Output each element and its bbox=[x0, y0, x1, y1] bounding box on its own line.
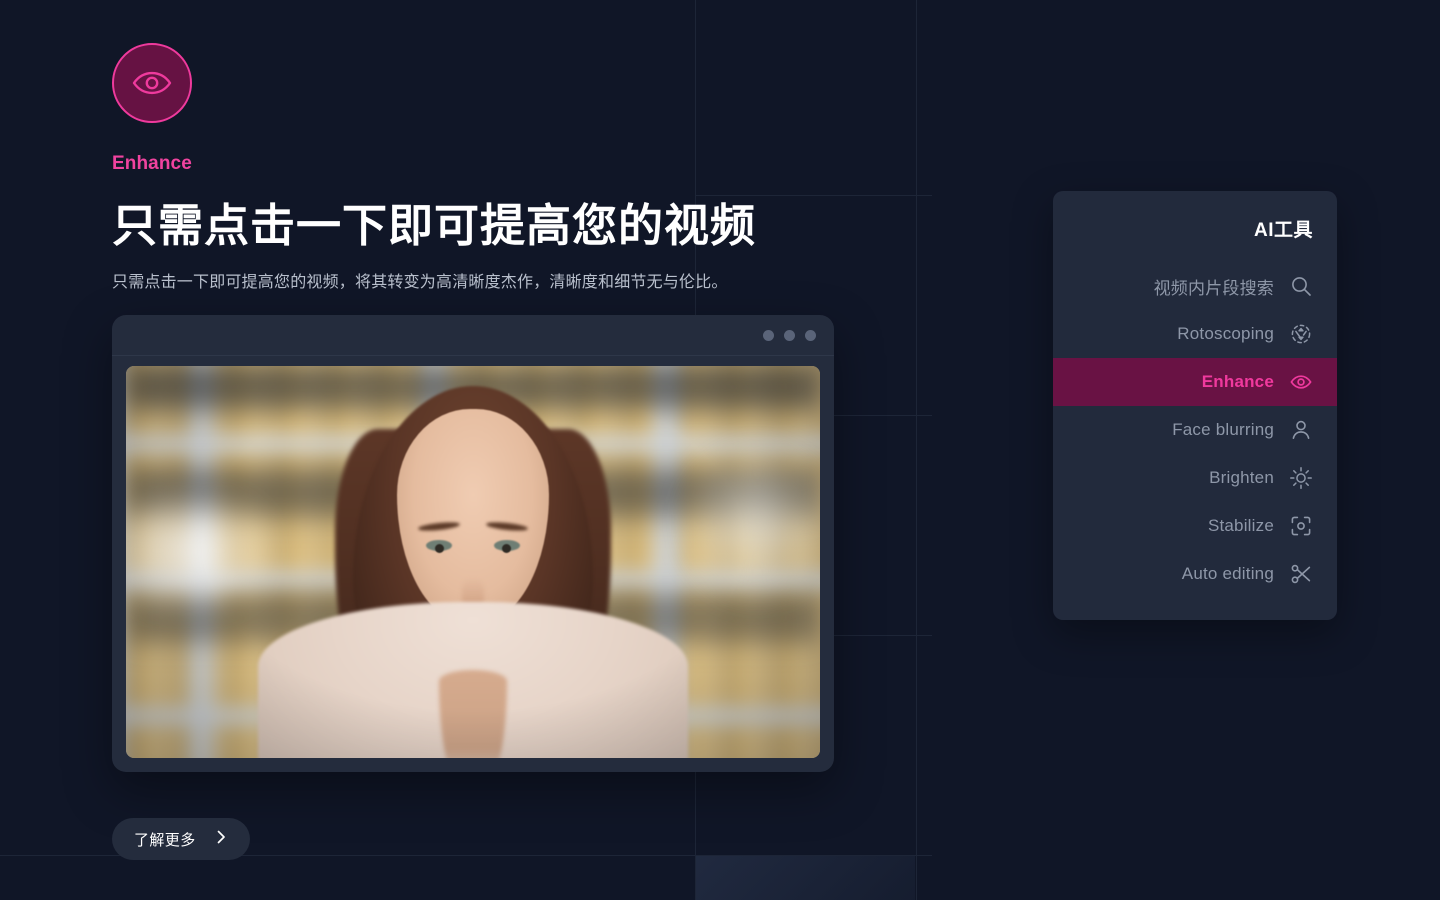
ai-tools-title: AI工具 bbox=[1253, 220, 1313, 241]
grid-cell-highlight bbox=[695, 856, 915, 900]
tool-item-stabilize[interactable]: Stabilize bbox=[1053, 502, 1337, 550]
window-dot[interactable] bbox=[784, 329, 795, 341]
portrait-photo bbox=[126, 366, 820, 758]
video-preview-media[interactable] bbox=[126, 366, 820, 758]
video-preview-window bbox=[112, 315, 834, 772]
person-icon bbox=[1289, 418, 1313, 442]
tool-label: Auto editing bbox=[1181, 564, 1274, 583]
chevron-right-icon bbox=[214, 830, 228, 848]
learn-more-label: 了解更多 bbox=[134, 831, 196, 849]
page-title: 只需点击一下即可提高您的视频 bbox=[112, 200, 757, 251]
page-subtitle: 只需点击一下即可提高您的视频，将其转变为高清晰度杰作，清晰度和细节无与伦比。 bbox=[112, 274, 728, 292]
tool-item-face-blurring[interactable]: Face blurring bbox=[1053, 406, 1337, 454]
ai-tools-panel: AI工具 视频内片段搜索 Rotoscoping Enhance Face bl… bbox=[1053, 191, 1337, 620]
brand-eyebrow: Enhance bbox=[112, 153, 192, 174]
tool-label: Brighten bbox=[1209, 468, 1274, 487]
tool-label: Enhance bbox=[1201, 372, 1274, 391]
sun-icon bbox=[1289, 466, 1313, 490]
brand-logo bbox=[112, 43, 192, 123]
tool-item-brighten[interactable]: Brighten bbox=[1053, 454, 1337, 502]
tool-label: 视频内片段搜索 bbox=[1153, 278, 1274, 298]
learn-more-button[interactable]: 了解更多 bbox=[112, 818, 250, 860]
window-titlebar bbox=[112, 315, 834, 356]
window-dot[interactable] bbox=[805, 329, 816, 341]
scissors-icon bbox=[1289, 562, 1313, 586]
rotoscope-icon bbox=[1289, 322, 1313, 346]
tool-item-clip-search[interactable]: 视频内片段搜索 bbox=[1053, 262, 1337, 310]
landing-page: Enhance 只需点击一下即可提高您的视频 只需点击一下即可提高您的视频，将其… bbox=[0, 0, 1440, 900]
eye-icon bbox=[130, 61, 174, 105]
tool-item-auto-editing[interactable]: Auto editing bbox=[1053, 550, 1337, 598]
hero-content: Enhance 只需点击一下即可提高您的视频 只需点击一下即可提高您的视频，将其… bbox=[112, 43, 972, 295]
tool-item-rotoscoping[interactable]: Rotoscoping bbox=[1053, 310, 1337, 358]
focus-frame-icon bbox=[1289, 514, 1313, 538]
window-dot[interactable] bbox=[763, 329, 774, 341]
tool-item-enhance[interactable]: Enhance bbox=[1053, 358, 1337, 406]
eye-icon bbox=[1289, 370, 1313, 394]
search-icon bbox=[1289, 274, 1313, 298]
tool-label: Stabilize bbox=[1207, 516, 1274, 535]
tool-label: Rotoscoping bbox=[1177, 324, 1274, 343]
tool-label: Face blurring bbox=[1172, 420, 1274, 439]
